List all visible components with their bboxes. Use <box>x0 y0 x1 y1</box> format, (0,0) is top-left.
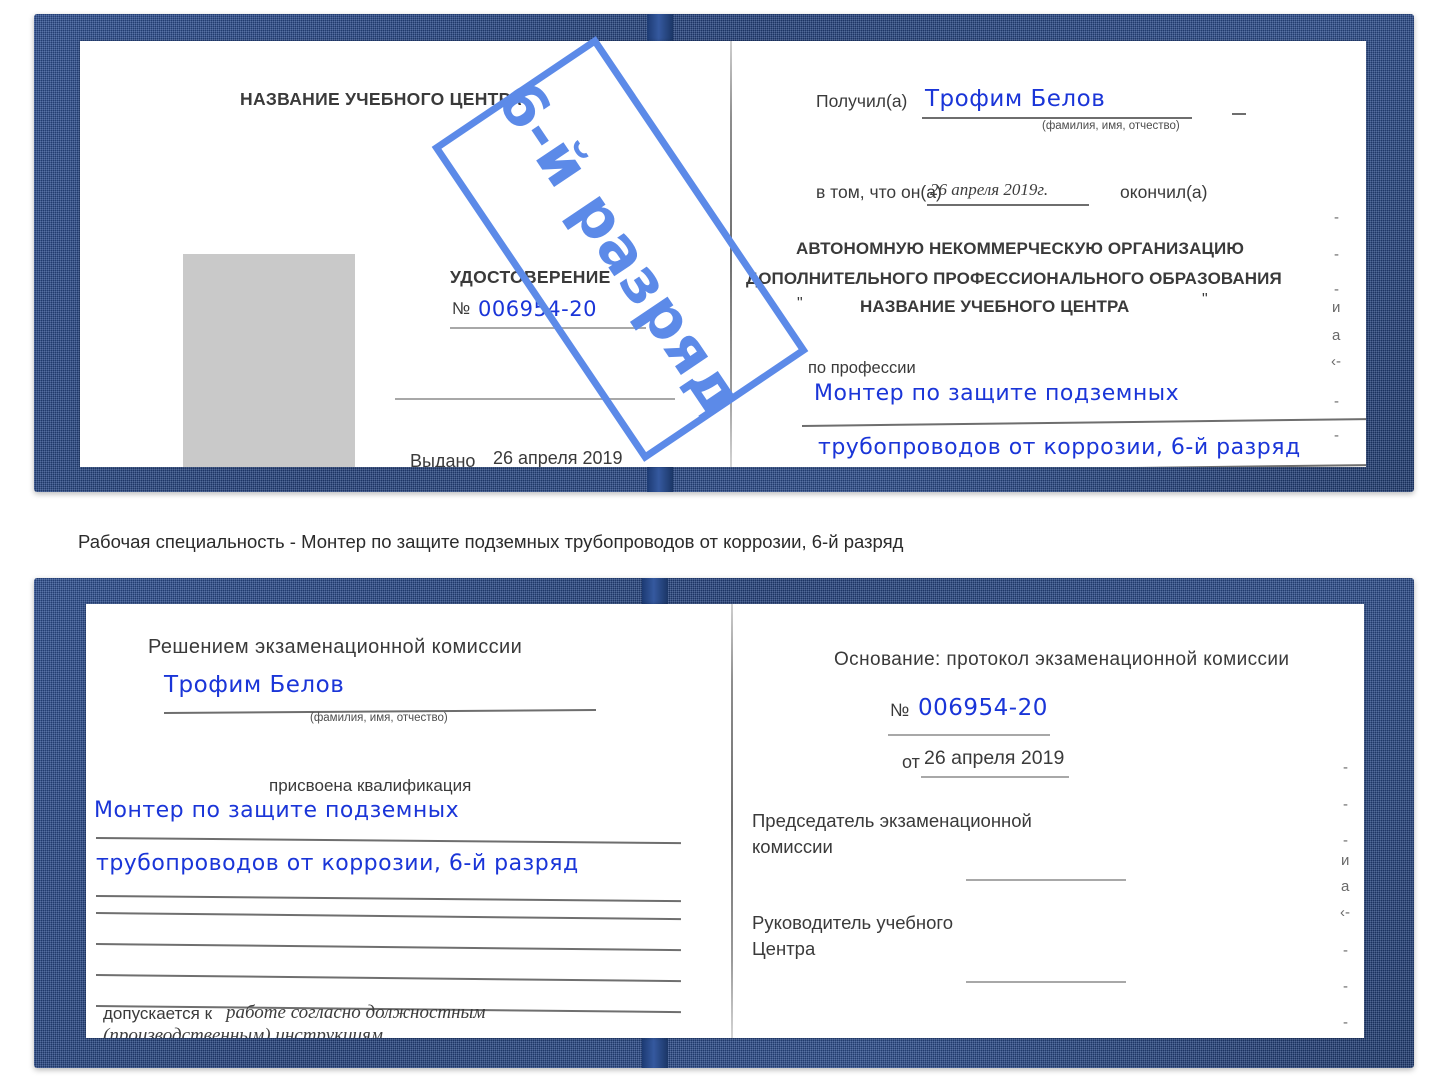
blank-rule-1 <box>395 398 675 400</box>
edge-mark-b4: а <box>1341 878 1350 895</box>
protocol-from-rule <box>921 776 1069 778</box>
recipient-rule <box>922 117 1192 119</box>
chairman-label-line-1: Председатель экзаменационной <box>752 810 1032 831</box>
basis-label: Основание: протокол экзаменационной коми… <box>834 649 1290 670</box>
edge-mark-1: - <box>1334 246 1339 263</box>
admitted-label: допускается к <box>103 1004 213 1023</box>
edge-mark-3: и <box>1332 299 1341 316</box>
protocol-number-value: 006954-20 <box>918 695 1048 721</box>
edge-mark-2: - <box>1334 281 1339 298</box>
photo-placeholder <box>183 254 355 467</box>
quote-close: " <box>1202 291 1208 308</box>
document-title: УДОСТОВЕРЕНИЕ <box>450 267 611 287</box>
qualification-rule-1 <box>95 837 681 844</box>
fio-hint-2: (фамилия, имя, отчество) <box>310 712 448 724</box>
admitted-value-line-2: (производственным) инструкциям <box>103 1025 383 1038</box>
organization-line-3: НАЗВАНИЕ УЧЕБНОГО ЦЕНТРА <box>860 297 1130 316</box>
edge-mark-b8: - <box>1343 1014 1348 1031</box>
qualification-label: присвоена квалификация <box>269 776 472 795</box>
edge-mark-b3: и <box>1341 852 1350 869</box>
edge-mark-6: - <box>1334 393 1339 410</box>
blank-line-3 <box>95 974 681 982</box>
number-symbol: № <box>452 299 471 318</box>
completion-date-value: 26 апреля 2019г. <box>930 180 1049 199</box>
protocol-number-rule <box>888 734 1050 736</box>
organization-line-1: АВТОНОМНУЮ НЕКОММЕРЧЕСКУЮ ОРГАНИЗАЦИЮ <box>796 239 1244 258</box>
edge-mark-b2: - <box>1343 832 1348 849</box>
edge-mark-b0: - <box>1343 759 1348 776</box>
issued-date-value: 26 апреля 2019 <box>493 448 623 467</box>
bottom-left-page: Решением экзаменационной комиссии Трофим… <box>86 604 736 1038</box>
training-center-name: НАЗВАНИЕ УЧЕБНОГО ЦЕНТРА <box>240 89 522 109</box>
quote-open: " <box>797 295 803 312</box>
qualification-value-line-1: Монтер по защите подземных <box>94 798 460 823</box>
profession-value-line-2: трубопроводов от коррозии, 6-й разряд <box>818 435 1301 460</box>
spine-tab-bottom <box>647 467 673 492</box>
head-signature-rule <box>966 981 1126 983</box>
completion-date-rule <box>927 204 1089 206</box>
edge-mark-b7: - <box>1343 978 1348 995</box>
recipient-rule-tail <box>1232 113 1246 115</box>
profession-value-line-1: Монтер по защите подземных <box>814 381 1180 406</box>
bottom-right-page: Основание: протокол экзаменационной коми… <box>738 604 1364 1038</box>
edge-mark-b6: - <box>1343 942 1348 959</box>
profession-rule-1 <box>801 417 1366 427</box>
page-caption: Рабочая специальность - Монтер по защите… <box>78 531 904 552</box>
commission-decision-heading: Решением экзаменационной комиссии <box>148 636 523 658</box>
protocol-from-label: от <box>902 752 920 772</box>
admitted-value-line-1: работе согласно должностным <box>226 1002 486 1023</box>
issued-label: Выдано <box>410 451 476 467</box>
spine-tab-bottom-2 <box>642 1038 668 1068</box>
certificate-book-bottom: Решением экзаменационной комиссии Трофим… <box>34 578 1414 1068</box>
head-of-center-label-line-2: Центра <box>752 938 816 959</box>
edge-mark-8: - <box>1334 459 1339 467</box>
certificate-pages-top: НАЗВАНИЕ УЧЕБНОГО ЦЕНТРА УДОСТОВЕРЕНИЕ №… <box>80 41 1366 467</box>
edge-mark-7: - <box>1334 427 1339 444</box>
edge-mark-b5: ‹- <box>1340 904 1350 921</box>
qualification-value-line-2: трубопроводов от коррозии, 6-й разряд <box>96 851 579 876</box>
profession-label: по профессии <box>808 359 916 377</box>
profession-rule-2 <box>801 463 1366 467</box>
head-of-center-label-line-1: Руководитель учебного <box>752 912 954 933</box>
fio-hint: (фамилия, имя, отчество) <box>1042 120 1180 132</box>
chairman-signature-rule <box>966 879 1126 881</box>
received-label: Получил(а) <box>816 91 908 111</box>
spine-tab-top-2 <box>642 578 668 604</box>
edge-mark-5: ‹- <box>1331 353 1341 370</box>
certificate-pages-bottom: Решением экзаменационной комиссии Трофим… <box>86 604 1364 1038</box>
top-right-page: Получил(а) Трофим Белов (фамилия, имя, о… <box>732 41 1366 467</box>
certificate-number-value: 006954-20 <box>478 297 597 321</box>
chairman-label-line-2: комиссии <box>752 836 833 857</box>
protocol-from-value: 26 апреля 2019 <box>924 747 1065 769</box>
recipient-name-value: Трофим Белов <box>925 86 1106 112</box>
blank-line-2 <box>95 943 681 951</box>
spine-tab-top <box>647 14 673 41</box>
certificate-book-top: НАЗВАНИЕ УЧЕБНОГО ЦЕНТРА УДОСТОВЕРЕНИЕ №… <box>34 14 1414 492</box>
edge-mark-0: - <box>1334 209 1339 226</box>
organization-line-2: ДОПОЛНИТЕЛЬНОГО ПРОФЕССИОНАЛЬНОГО ОБРАЗО… <box>746 269 1282 288</box>
finished-label: окончил(а) <box>1120 182 1208 202</box>
edge-mark-b1: - <box>1343 796 1348 813</box>
top-left-page: НАЗВАНИЕ УЧЕБНОГО ЦЕНТРА УДОСТОВЕРЕНИЕ №… <box>80 41 730 467</box>
that-he-label: в том, что он(а) <box>816 182 942 202</box>
number-rule <box>450 327 646 329</box>
protocol-number-symbol: № <box>890 700 910 720</box>
edge-mark-4: а <box>1332 327 1341 344</box>
blank-line-1 <box>95 912 681 920</box>
graduate-name-value: Трофим Белов <box>164 672 345 698</box>
qualification-rule-2 <box>95 895 681 902</box>
